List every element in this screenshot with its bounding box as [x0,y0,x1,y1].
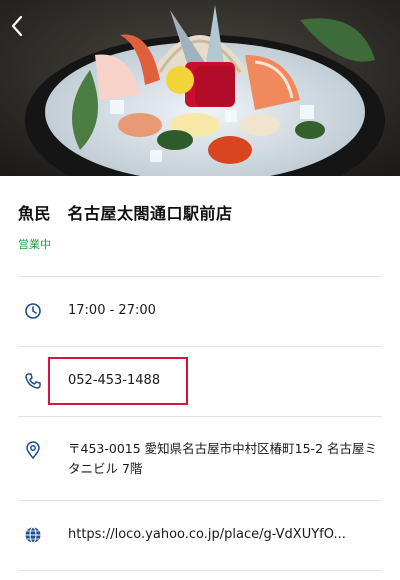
shop-header: 魚民 名古屋太閤通口駅前店 営業中 [18,200,382,252]
open-status-badge: 営業中 [18,238,51,251]
hours-row: 17:00 - 27:00 [0,277,400,346]
hours-text: 17:00 - 27:00 [68,303,156,318]
shop-name: 魚民 名古屋太閤通口駅前店 [18,204,233,223]
phone-highlight-box [48,357,188,405]
address-text[interactable]: 〒453-0015 愛知県名古屋市中村区椿町15-2 名古屋ミタニビル 7階 [68,439,378,479]
globe-icon [25,527,41,543]
chevron-left-icon [11,15,23,37]
sashimi-platter-photo [0,0,400,176]
divider [18,570,382,571]
address-row[interactable]: 〒453-0015 愛知県名古屋市中村区椿町15-2 名古屋ミタニビル 7階 [0,417,400,500]
map-pin-icon [26,441,40,459]
clock-icon [25,303,41,319]
website-row[interactable]: https://loco.yahoo.co.jp/place/g-VdXUYfO… [0,501,400,570]
website-link[interactable]: https://loco.yahoo.co.jp/place/g-VdXUYfO… [68,525,378,545]
phone-icon [25,373,41,389]
hero-image [0,0,400,176]
back-button[interactable] [6,12,28,40]
